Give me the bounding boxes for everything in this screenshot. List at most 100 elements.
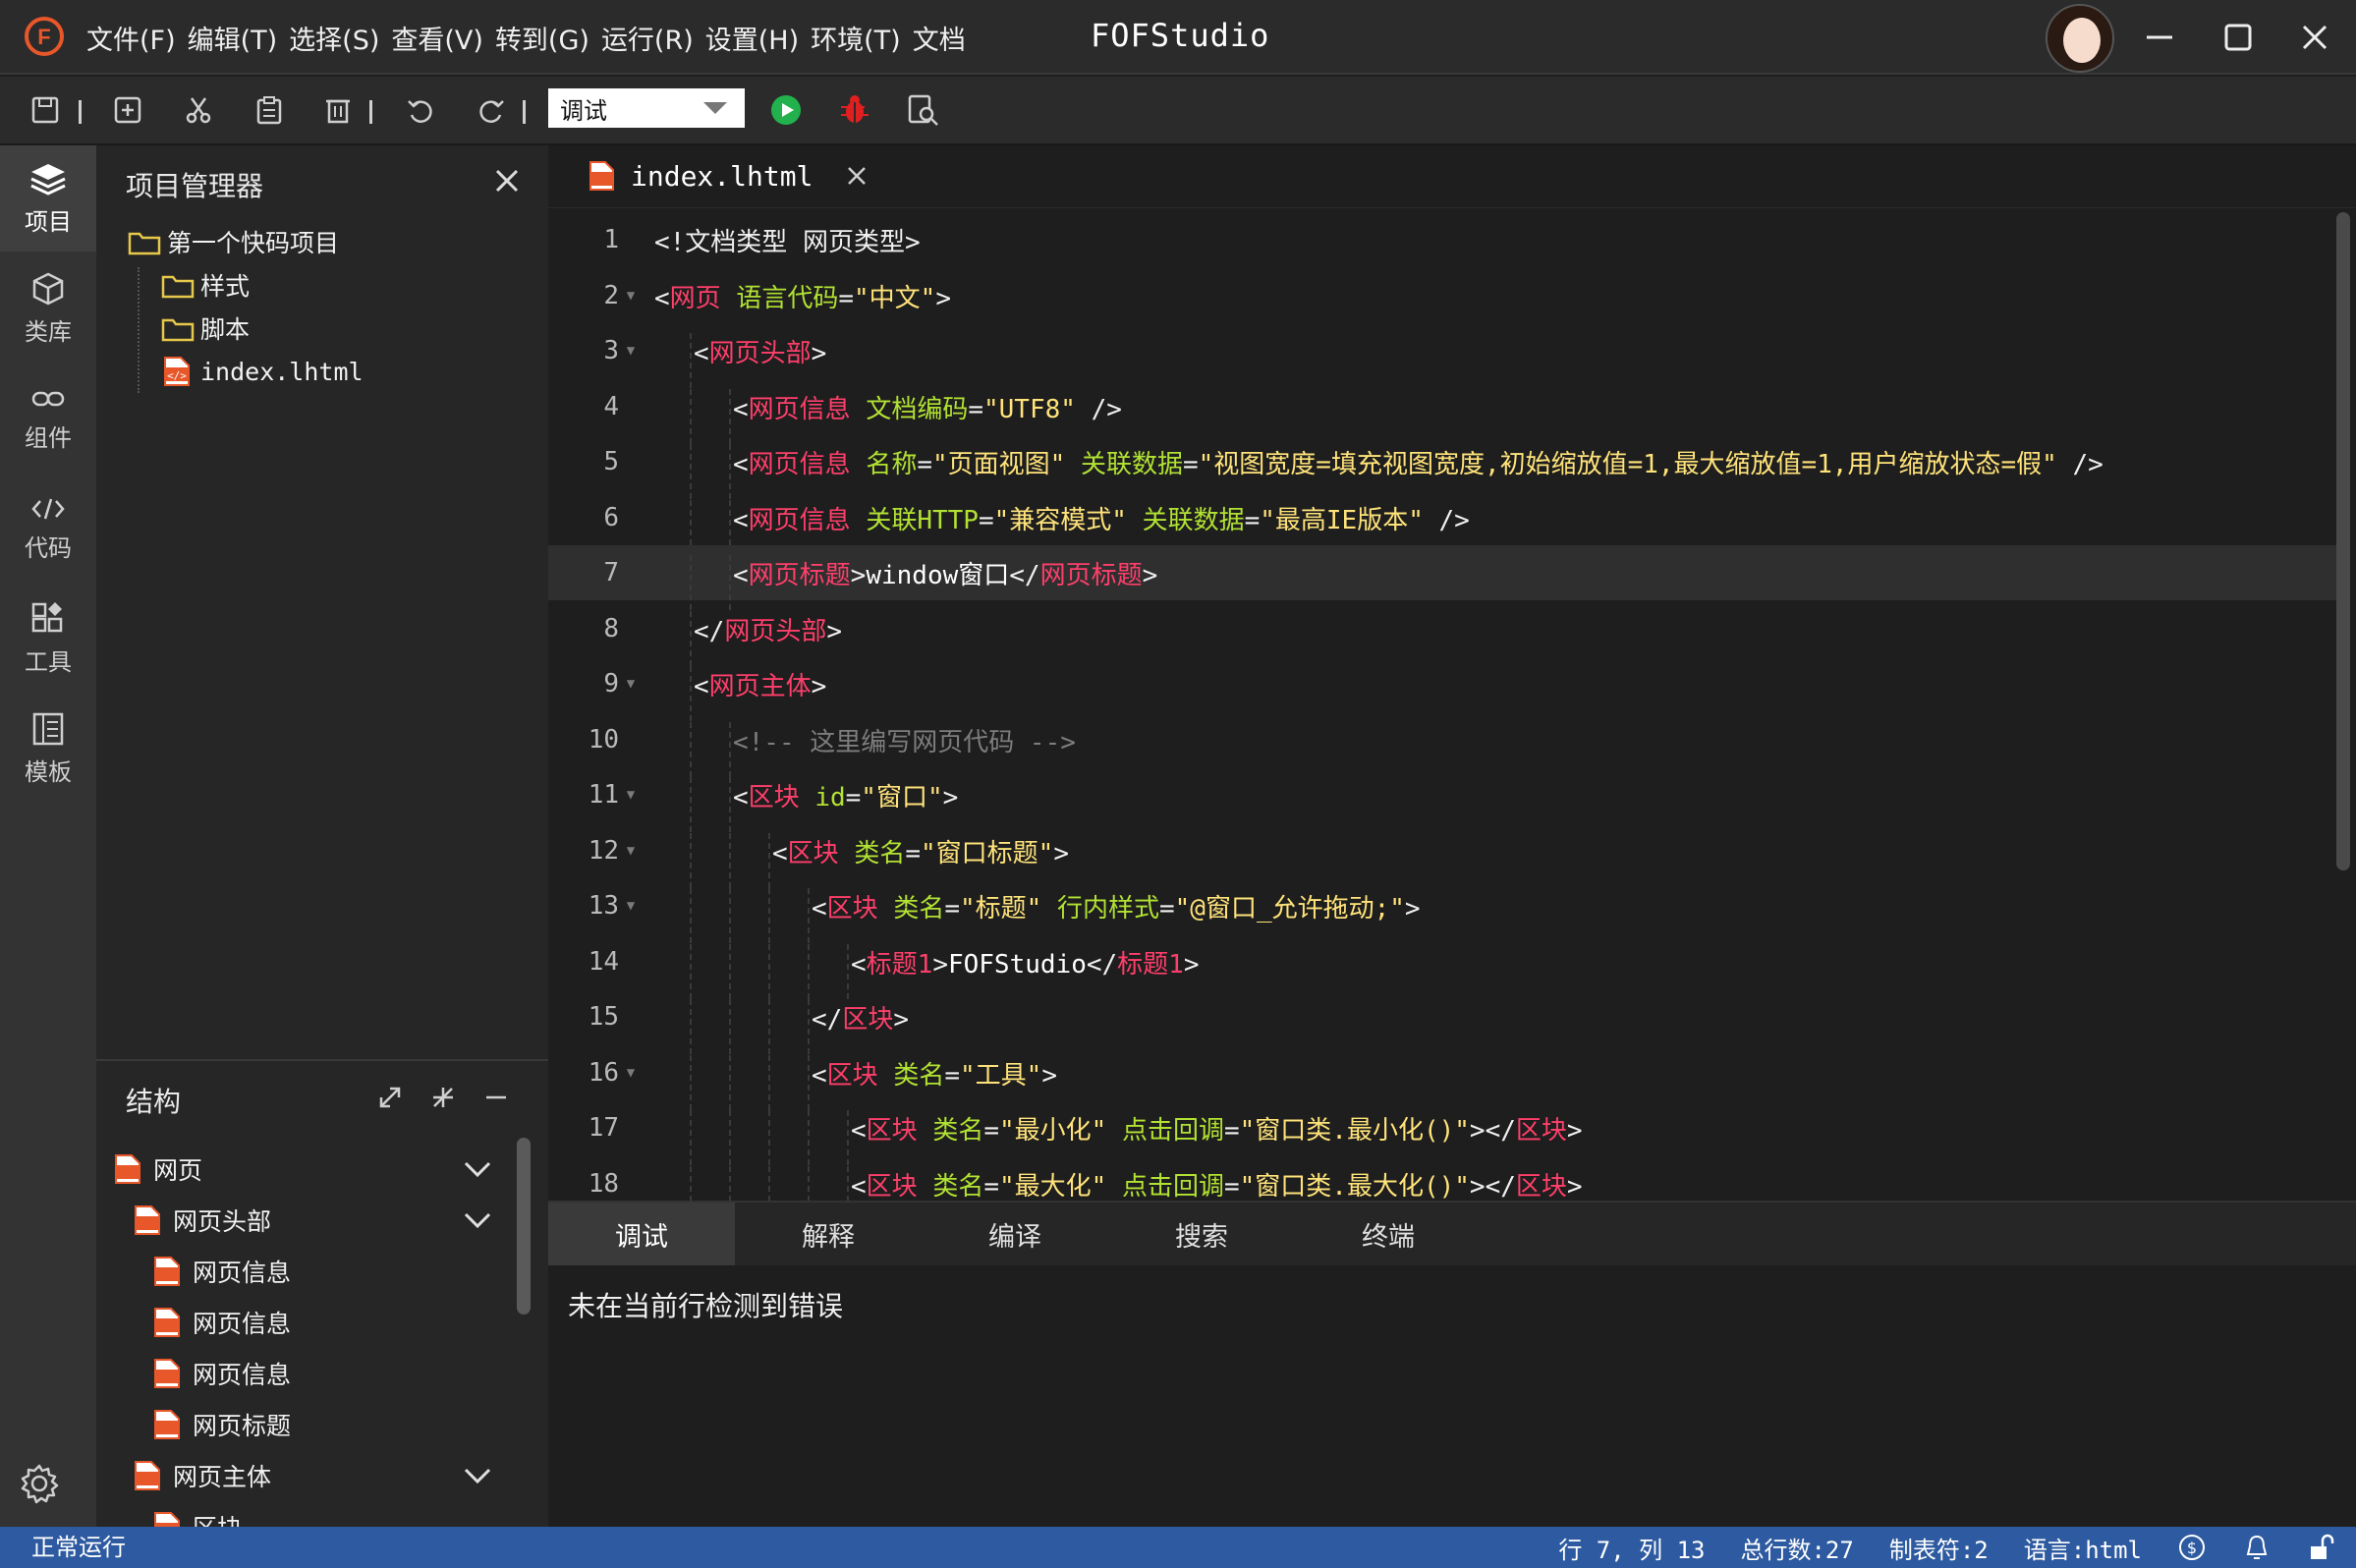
- minimize-button[interactable]: [2134, 12, 2185, 63]
- code-line[interactable]: 9 ▼ <网页主体>: [548, 656, 2336, 721]
- structure-item-title[interactable]: 网页标题: [112, 1399, 505, 1450]
- activity-tools[interactable]: 工具: [0, 586, 96, 692]
- code-area[interactable]: 1 <!文档类型 网页类型> 2 ▼ <网页 语言代码="中文"> 3 ▼ <网页头部> 4 <网…: [548, 208, 2356, 1221]
- paste-button[interactable]: [252, 92, 287, 128]
- menu-docs[interactable]: 文档: [913, 19, 966, 57]
- code-line[interactable]: 13 ▼ <区块 类名="标题" 行内样式="@窗口_允许拖动;">: [548, 878, 2336, 943]
- menu-edit[interactable]: 编辑(T): [188, 19, 278, 57]
- chevron-down-icon[interactable]: [460, 1203, 495, 1238]
- code-line[interactable]: 7 <网页标题>window窗口</网页标题>: [548, 545, 2336, 610]
- code-line[interactable]: 16 ▼ <区块 类名="工具">: [548, 1045, 2336, 1110]
- tree-item-styles-folder[interactable]: 样式: [128, 263, 540, 307]
- code-token: =: [983, 1171, 999, 1202]
- menu-select[interactable]: 选择(S): [289, 19, 379, 57]
- menu-view[interactable]: 查看(V): [391, 19, 483, 57]
- delete-button[interactable]: [320, 92, 356, 128]
- structure-item-head[interactable]: 网页头部: [112, 1195, 505, 1246]
- structure-item-meta[interactable]: 网页信息: [112, 1348, 505, 1399]
- menu-run[interactable]: 运行(R): [601, 19, 694, 57]
- code-line[interactable]: 14 <标题1>FOFStudio</标题1>: [548, 934, 2336, 999]
- activity-code[interactable]: 代码: [0, 476, 96, 582]
- cursor-position[interactable]: 行 7, 列 13: [1558, 1531, 1705, 1565]
- code-line[interactable]: 8 </网页头部>: [548, 601, 2336, 666]
- code-token: =: [1182, 449, 1199, 479]
- activity-templates[interactable]: 模板: [0, 696, 96, 802]
- code-token: </: [1009, 560, 1040, 590]
- language-mode[interactable]: 语言:html: [2024, 1531, 2142, 1565]
- menu-settings[interactable]: 设置(H): [705, 19, 799, 57]
- explorer-close-button[interactable]: [489, 163, 525, 198]
- structure-item-block[interactable]: 区块: [112, 1501, 505, 1527]
- structure-item-meta[interactable]: 网页信息: [112, 1246, 505, 1297]
- structure-item-body[interactable]: 网页主体: [112, 1450, 505, 1501]
- code-line[interactable]: 15 </区块>: [548, 989, 2336, 1054]
- new-file-button[interactable]: [110, 92, 145, 128]
- tree-item-label: index.lhtml: [200, 357, 364, 386]
- bell-icon[interactable]: [2242, 1533, 2272, 1562]
- code-line[interactable]: 12 ▼ <区块 类名="窗口标题">: [548, 823, 2336, 888]
- fold-toggle-icon[interactable]: ▼: [619, 343, 643, 359]
- code-line[interactable]: 1 <!文档类型 网页类型>: [548, 212, 2336, 267]
- code-line[interactable]: 5 <网页信息 名称="页面视图" 关联数据="视图宽度=填充视图宽度,初始缩放值…: [548, 434, 2336, 499]
- code-token: </: [1086, 949, 1118, 980]
- panel-tab-terminal[interactable]: 终端: [1295, 1203, 1482, 1265]
- code-line[interactable]: 2 ▼ <网页 语言代码="中文">: [548, 268, 2336, 323]
- code-line[interactable]: 10 <!-- 这里编写网页代码 -->: [548, 712, 2336, 777]
- fold-toggle-icon[interactable]: ▼: [619, 898, 643, 914]
- editor-tab-index[interactable]: index.lhtml: [568, 145, 902, 206]
- structure-panel: 结构 网页 网页头部 网页信息 网页信息 网页信息 网页标题 网页主体: [96, 1059, 548, 1527]
- chevron-down-icon[interactable]: [460, 1458, 495, 1493]
- settings-button[interactable]: [18, 1462, 61, 1505]
- activity-components[interactable]: 组件: [0, 365, 96, 472]
- expand-all-button[interactable]: [373, 1081, 407, 1114]
- save-button[interactable]: [28, 92, 63, 128]
- structure-item-page[interactable]: 网页: [112, 1144, 505, 1195]
- redo-button[interactable]: [474, 92, 509, 128]
- fold-toggle-icon[interactable]: ▼: [619, 787, 643, 803]
- code-line[interactable]: 3 ▼ <网页头部>: [548, 323, 2336, 388]
- code-line[interactable]: 11 ▼ <区块 id="窗口">: [548, 767, 2336, 832]
- tree-item-index-file[interactable]: </> index.lhtml: [128, 350, 540, 393]
- menu-file[interactable]: 文件(F): [86, 19, 176, 57]
- fold-toggle-icon[interactable]: ▼: [619, 1065, 643, 1081]
- maximize-button[interactable]: [2213, 12, 2264, 63]
- collapse-all-button[interactable]: [426, 1081, 460, 1114]
- run-button[interactable]: [768, 92, 804, 128]
- editor-scrollbar[interactable]: [2336, 212, 2350, 870]
- panel-tab-compile[interactable]: 编译: [922, 1203, 1108, 1265]
- avatar[interactable]: [2046, 4, 2114, 73]
- undo-button[interactable]: [403, 92, 438, 128]
- code-line[interactable]: 4 <网页信息 文档编码="UTF8" />: [548, 379, 2336, 444]
- run-mode-select[interactable]: 调试: [548, 88, 745, 128]
- debug-button[interactable]: [837, 92, 872, 128]
- fold-toggle-icon[interactable]: ▼: [619, 676, 643, 692]
- fold-toggle-icon[interactable]: ▼: [619, 843, 643, 859]
- panel-tab-debug[interactable]: 调试: [548, 1203, 735, 1265]
- chevron-down-icon[interactable]: [460, 1151, 495, 1187]
- tree-item-scripts-folder[interactable]: 脚本: [128, 307, 540, 350]
- fold-toggle-icon[interactable]: ▼: [619, 288, 643, 304]
- panel-tab-explain[interactable]: 解释: [735, 1203, 922, 1265]
- structure-scrollbar[interactable]: [517, 1138, 531, 1315]
- minimize-panel-button[interactable]: [479, 1081, 513, 1114]
- activity-project[interactable]: 项目: [0, 145, 96, 252]
- panel-tab-search[interactable]: 搜索: [1108, 1203, 1295, 1265]
- structure-item-meta[interactable]: 网页信息: [112, 1297, 505, 1348]
- find-button[interactable]: [906, 92, 941, 128]
- code-token: 网页标题: [1039, 560, 1143, 590]
- activity-library[interactable]: 类库: [0, 255, 96, 362]
- close-icon[interactable]: [844, 163, 869, 189]
- code-line[interactable]: 6 <网页信息 关联HTTP="兼容模式" 关联数据="最高IE版本" />: [548, 490, 2336, 555]
- unlock-icon[interactable]: [2307, 1533, 2336, 1562]
- folder-icon: [161, 318, 195, 342]
- menu-goto[interactable]: 转到(G): [495, 19, 589, 57]
- tab-size[interactable]: 制表符:2: [1889, 1531, 1989, 1565]
- close-window-button[interactable]: [2289, 12, 2340, 63]
- dollar-icon[interactable]: $: [2177, 1533, 2207, 1562]
- cut-button[interactable]: [181, 92, 216, 128]
- line-number: 3: [603, 336, 619, 365]
- menu-environment[interactable]: 环境(T): [811, 19, 901, 57]
- tree-item-project-root[interactable]: 第一个快码项目: [128, 220, 540, 263]
- code-line[interactable]: 17 <区块 类名="最小化" 点击回调="窗口类.最小化()"></区块>: [548, 1100, 2336, 1165]
